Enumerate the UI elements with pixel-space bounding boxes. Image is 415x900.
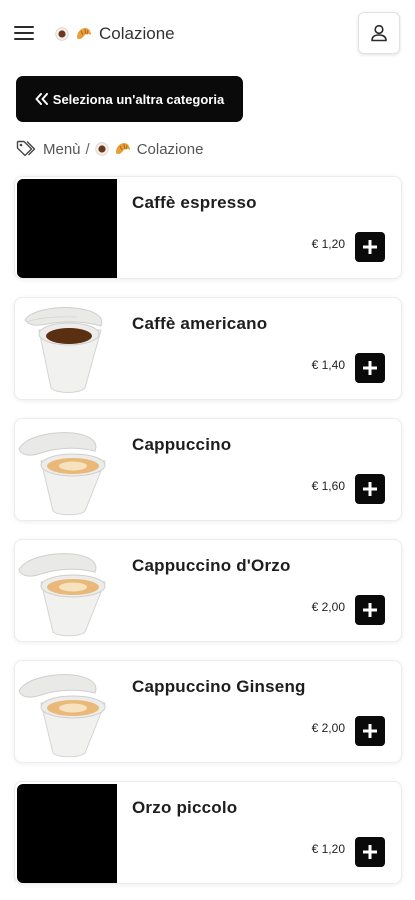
add-to-cart-button[interactable] — [355, 595, 385, 625]
product-card-espresso[interactable]: Caffè espresso € 1,20 — [14, 176, 402, 279]
product-card-cappuccino[interactable]: Cappuccino € 1,60 — [14, 418, 402, 521]
breadcrumb: Menù / Colazione — [16, 138, 203, 160]
product-image — [17, 784, 117, 883]
product-price: € 2,00 — [311, 721, 345, 735]
select-other-category-label: Seleziona un'altra categoria — [52, 91, 225, 107]
account-button[interactable] — [358, 12, 400, 54]
add-to-cart-button[interactable] — [355, 353, 385, 383]
product-card-cappuccino-orzo[interactable]: Cappuccino d'Orzo € 2,00 — [14, 539, 402, 642]
hamburger-menu-icon[interactable] — [14, 24, 34, 42]
breadcrumb-current: Colazione — [136, 140, 204, 158]
page-title-group: Colazione — [55, 22, 175, 46]
breadcrumb-root[interactable]: Menù — [43, 141, 81, 158]
plus-icon — [363, 240, 377, 254]
product-image — [17, 542, 117, 641]
coffee-cup-icon — [55, 27, 69, 41]
product-card-americano[interactable]: Caffè americano € 1,40 — [14, 297, 402, 400]
product-image — [17, 179, 117, 278]
croissant-icon — [114, 141, 132, 157]
product-name: Caffè espresso — [132, 193, 257, 212]
product-price: € 1,40 — [311, 358, 345, 372]
product-name: Cappuccino d'Orzo — [132, 556, 291, 575]
plus-icon — [363, 724, 377, 738]
add-to-cart-button[interactable] — [355, 474, 385, 504]
croissant-icon — [75, 26, 93, 42]
plus-icon — [363, 361, 377, 375]
product-image — [17, 663, 117, 762]
add-to-cart-button[interactable] — [355, 232, 385, 262]
product-name: Cappuccino — [132, 435, 232, 454]
product-price: € 1,60 — [311, 479, 345, 493]
plus-icon — [363, 603, 377, 617]
page-title: Colazione — [99, 24, 175, 43]
add-to-cart-button[interactable] — [355, 837, 385, 867]
breadcrumb-separator: / — [85, 140, 90, 158]
product-price: € 1,20 — [311, 842, 345, 856]
product-price: € 1,20 — [311, 237, 345, 251]
plus-icon — [363, 482, 377, 496]
coffee-cup-icon — [95, 142, 109, 156]
double-chevron-left-icon — [35, 93, 48, 105]
tags-icon — [16, 140, 36, 157]
plus-icon — [363, 845, 377, 859]
user-icon — [371, 24, 387, 42]
add-to-cart-button[interactable] — [355, 716, 385, 746]
app-header: Colazione — [0, 0, 415, 66]
product-card-cappuccino-ginseng[interactable]: Cappuccino Ginseng € 2,00 — [14, 660, 402, 763]
product-image — [17, 300, 117, 399]
product-price: € 2,00 — [311, 600, 345, 614]
product-image — [17, 421, 117, 520]
product-name: Caffè americano — [132, 314, 268, 333]
select-other-category-button[interactable]: Seleziona un'altra categoria — [16, 76, 243, 122]
product-name: Cappuccino Ginseng — [132, 677, 306, 696]
product-name: Orzo piccolo — [132, 798, 238, 817]
product-card-orzo-piccolo[interactable]: Orzo piccolo € 1,20 — [14, 781, 402, 884]
